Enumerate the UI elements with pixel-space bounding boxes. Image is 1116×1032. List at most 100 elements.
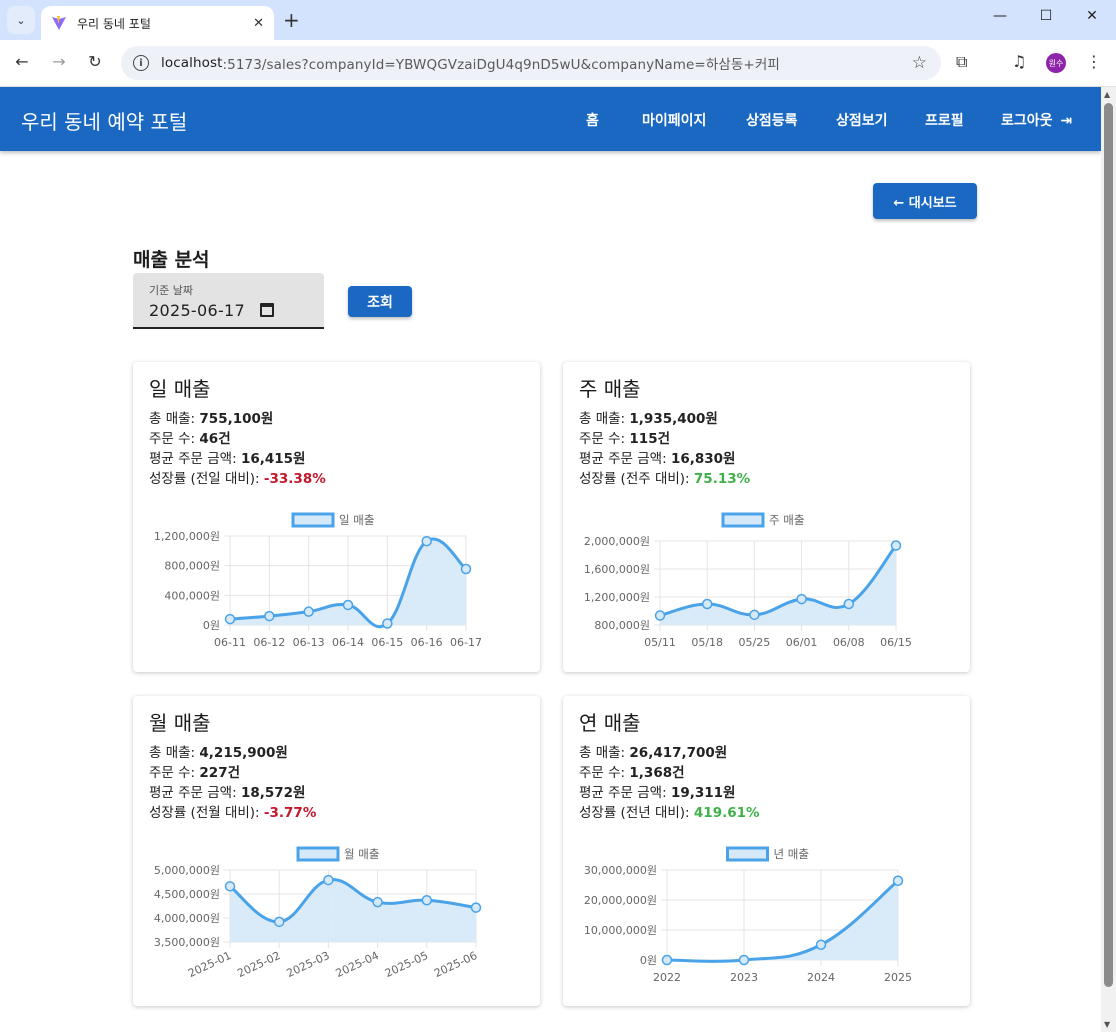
data-point	[738, 954, 750, 966]
page-scrollbar[interactable]: ▲ ▼	[1101, 87, 1116, 1032]
calendar-icon[interactable]	[260, 303, 274, 317]
forward-button[interactable]: →	[47, 52, 71, 71]
weekly-sales-card: 주 매출 총 매출: 1,935,400원 주문 수: 115건 평균 주문 금…	[563, 362, 970, 672]
browser-menu-icon[interactable]: ⋮	[1086, 52, 1102, 71]
query-button[interactable]: 조회	[348, 286, 412, 317]
legend-label: 주 매출	[769, 513, 804, 527]
data-point	[470, 902, 482, 913]
address-bar[interactable]: i localhost:5173/sales?companyId=YBWQGVz…	[121, 46, 941, 80]
minimize-button[interactable]: —	[977, 8, 1023, 24]
scroll-up-icon[interactable]: ▲	[1104, 90, 1110, 99]
legend-swatch	[296, 846, 340, 862]
page-title: 매출 분석	[133, 249, 210, 271]
yearly-sales-card: 연 매출 총 매출: 26,417,700원 주문 수: 1,368건 평균 주…	[563, 696, 970, 1006]
series-area	[660, 545, 896, 625]
window-close-button[interactable]: ✕	[1069, 8, 1115, 24]
tab-search-button[interactable]: ⌄	[7, 6, 35, 34]
data-point	[264, 610, 275, 622]
nav-logout[interactable]: 로그아웃 ⇥	[1001, 110, 1072, 130]
dashboard-button[interactable]: ← 대시보드	[873, 183, 977, 219]
x-tick-label: 05/18	[691, 636, 723, 649]
x-tick-label: 06/01	[786, 636, 818, 649]
nav-mypage[interactable]: 마이페이지	[642, 110, 706, 130]
y-tick-label: 1,600,000원	[584, 563, 650, 576]
y-tick-label: 1,200,000원	[154, 530, 220, 543]
data-point	[843, 598, 855, 610]
data-point	[224, 613, 236, 625]
data-point	[273, 916, 285, 928]
y-tick-label: 5,000,000원	[154, 864, 220, 877]
x-tick-label: 05/25	[739, 636, 771, 649]
data-point	[323, 874, 334, 886]
y-tick-label: 10,000,000원	[584, 924, 657, 937]
x-tick-label: 06-12	[253, 636, 285, 649]
scroll-down-icon[interactable]: ▼	[1104, 1020, 1110, 1029]
y-tick-label: 4,500,000원	[154, 888, 220, 901]
close-icon[interactable]: ✕	[253, 16, 264, 31]
reload-button[interactable]: ↻	[83, 52, 107, 71]
nav-register-store[interactable]: 상점등록	[746, 110, 798, 130]
chevron-down-icon: ⌄	[16, 13, 26, 27]
legend-label: 월 매출	[344, 847, 379, 861]
legend-swatch	[721, 512, 765, 528]
x-tick-label: 2025-04	[334, 949, 381, 980]
date-field-label: 기준 날짜	[149, 284, 193, 297]
data-point	[654, 610, 666, 621]
y-tick-label: 30,000,000원	[584, 864, 657, 877]
x-tick-label: 2023	[730, 971, 758, 984]
weekly-sales-chart: 주 매출 2,000,000원 1,600,000원 1,200,000원 800,00…	[584, 512, 912, 649]
data-point	[701, 598, 713, 610]
app-brand[interactable]: 우리 동네 예약 포털	[21, 106, 187, 135]
date-field[interactable]: 기준 날짜 2025-06-17	[133, 273, 324, 329]
legend-label: 년 매출	[774, 847, 809, 861]
site-info-icon[interactable]: i	[133, 55, 149, 71]
data-point	[892, 875, 904, 886]
data-point	[421, 535, 432, 547]
data-point	[372, 896, 383, 908]
nav-view-stores[interactable]: 상점보기	[836, 110, 888, 130]
data-point	[342, 599, 354, 611]
x-tick-label: 06-17	[450, 636, 482, 649]
new-tab-button[interactable]: +	[283, 8, 300, 32]
y-tick-label: 800,000원	[164, 560, 220, 573]
nav-home[interactable]: 홈	[586, 110, 599, 130]
date-input[interactable]: 2025-06-17	[149, 301, 245, 320]
scrollbar-thumb[interactable]	[1104, 103, 1113, 987]
y-tick-label: 0원	[203, 619, 220, 632]
x-tick-label: 2025-01	[186, 949, 233, 980]
x-tick-label: 2025	[884, 971, 912, 984]
x-tick-label: 06-13	[293, 636, 325, 649]
extensions-icon[interactable]: ⧉	[956, 52, 967, 72]
app-header: 우리 동네 예약 포털 홈 마이페이지 상점등록 상점보기 프로필 로그아웃 ⇥	[0, 87, 1101, 151]
data-point	[796, 593, 807, 605]
legend-label: 일 매출	[339, 513, 374, 527]
legend-swatch	[291, 512, 335, 528]
y-tick-label: 4,000,000원	[154, 912, 220, 925]
y-tick-label: 1,200,000원	[584, 591, 650, 604]
browser-tab[interactable]: 우리 동네 포털 ✕	[41, 6, 274, 40]
media-control-icon[interactable]: ♫	[1012, 52, 1026, 71]
data-point	[303, 606, 314, 617]
logout-icon: ⇥	[1060, 113, 1073, 129]
daily-sales-chart: 일 매출 1,200,000원 800,000원 400,000원 0원 06-11 06-…	[154, 512, 482, 649]
vite-logo-icon	[52, 16, 66, 30]
x-tick-label: 2022	[653, 971, 681, 984]
bookmark-star-icon[interactable]: ☆	[912, 53, 927, 73]
data-point	[815, 939, 827, 951]
maximize-button[interactable]: ☐	[1023, 8, 1069, 24]
monthly-sales-chart: 월 매출 5,000,000원 4,500,000원 4,000,000원 3,500,…	[154, 846, 482, 980]
x-tick-label: 2025-03	[285, 949, 332, 980]
data-point	[661, 954, 673, 966]
x-tick-label: 2025-05	[383, 949, 430, 980]
x-tick-label: 2025-06	[432, 949, 479, 980]
data-point	[224, 881, 236, 892]
nav-profile[interactable]: 프로필	[925, 110, 964, 130]
x-tick-label: 2024	[807, 971, 835, 984]
y-tick-label: 0원	[640, 954, 657, 967]
x-tick-label: 06-14	[332, 636, 364, 649]
y-tick-label: 2,000,000원	[584, 535, 650, 548]
data-point	[421, 894, 433, 906]
back-button[interactable]: ←	[10, 52, 34, 71]
profile-avatar[interactable]: 원수	[1046, 53, 1066, 73]
legend-swatch	[726, 846, 769, 862]
